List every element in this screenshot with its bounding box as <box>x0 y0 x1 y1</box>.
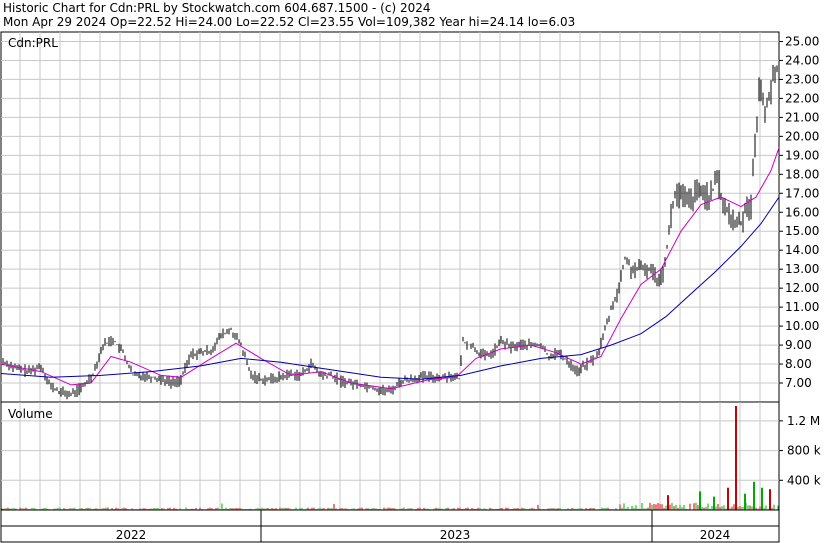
price-tick-label: 10.00 <box>785 319 819 333</box>
price-axis-ticks: 25.00 24.00 23.00 22.00 21.00 20.00 19.00 18.00… <box>779 34 819 390</box>
x-label-2023: 2023 <box>440 528 471 542</box>
price-tick-label: 17.00 <box>785 186 819 200</box>
price-tick-label: 16.00 <box>785 205 819 219</box>
price-tick-label: 18.00 <box>785 167 819 181</box>
price-tick-label: 25.00 <box>785 34 819 48</box>
volume-panel-title: Volume <box>8 407 53 421</box>
price-tick-label: 15.00 <box>785 224 819 238</box>
price-tick-label: 9.00 <box>785 338 812 352</box>
price-panel-title: Cdn:PRL <box>8 36 58 50</box>
volume-axis-ticks: 1.2 M 800 k 400 k <box>779 414 821 487</box>
volume-tick-label: 800 k <box>787 444 821 458</box>
price-tick-label: 13.00 <box>785 262 819 276</box>
price-tick-label: 14.00 <box>785 243 819 257</box>
price-tick-label: 19.00 <box>785 148 819 162</box>
price-tick-label: 22.00 <box>785 91 819 105</box>
volume-tick-label: 1.2 M <box>787 414 820 428</box>
price-tick-label: 11.00 <box>785 300 819 314</box>
x-label-2024: 2024 <box>700 528 731 542</box>
price-tick-label: 8.00 <box>785 357 812 371</box>
price-tick-label: 12.00 <box>785 281 819 295</box>
volume-tick-label: 400 k <box>787 473 821 487</box>
price-tick-label: 24.00 <box>785 53 819 67</box>
price-panel <box>0 31 780 403</box>
price-tick-label: 7.00 <box>785 376 812 390</box>
volume-panel <box>0 401 780 511</box>
x-label-2022: 2022 <box>116 528 147 542</box>
price-volume-chart: 25.00 24.00 23.00 22.00 21.00 20.00 19.00 18.00… <box>0 31 821 543</box>
price-tick-label: 20.00 <box>785 129 819 143</box>
price-tick-label: 23.00 <box>785 72 819 86</box>
price-tick-label: 21.00 <box>785 110 819 124</box>
